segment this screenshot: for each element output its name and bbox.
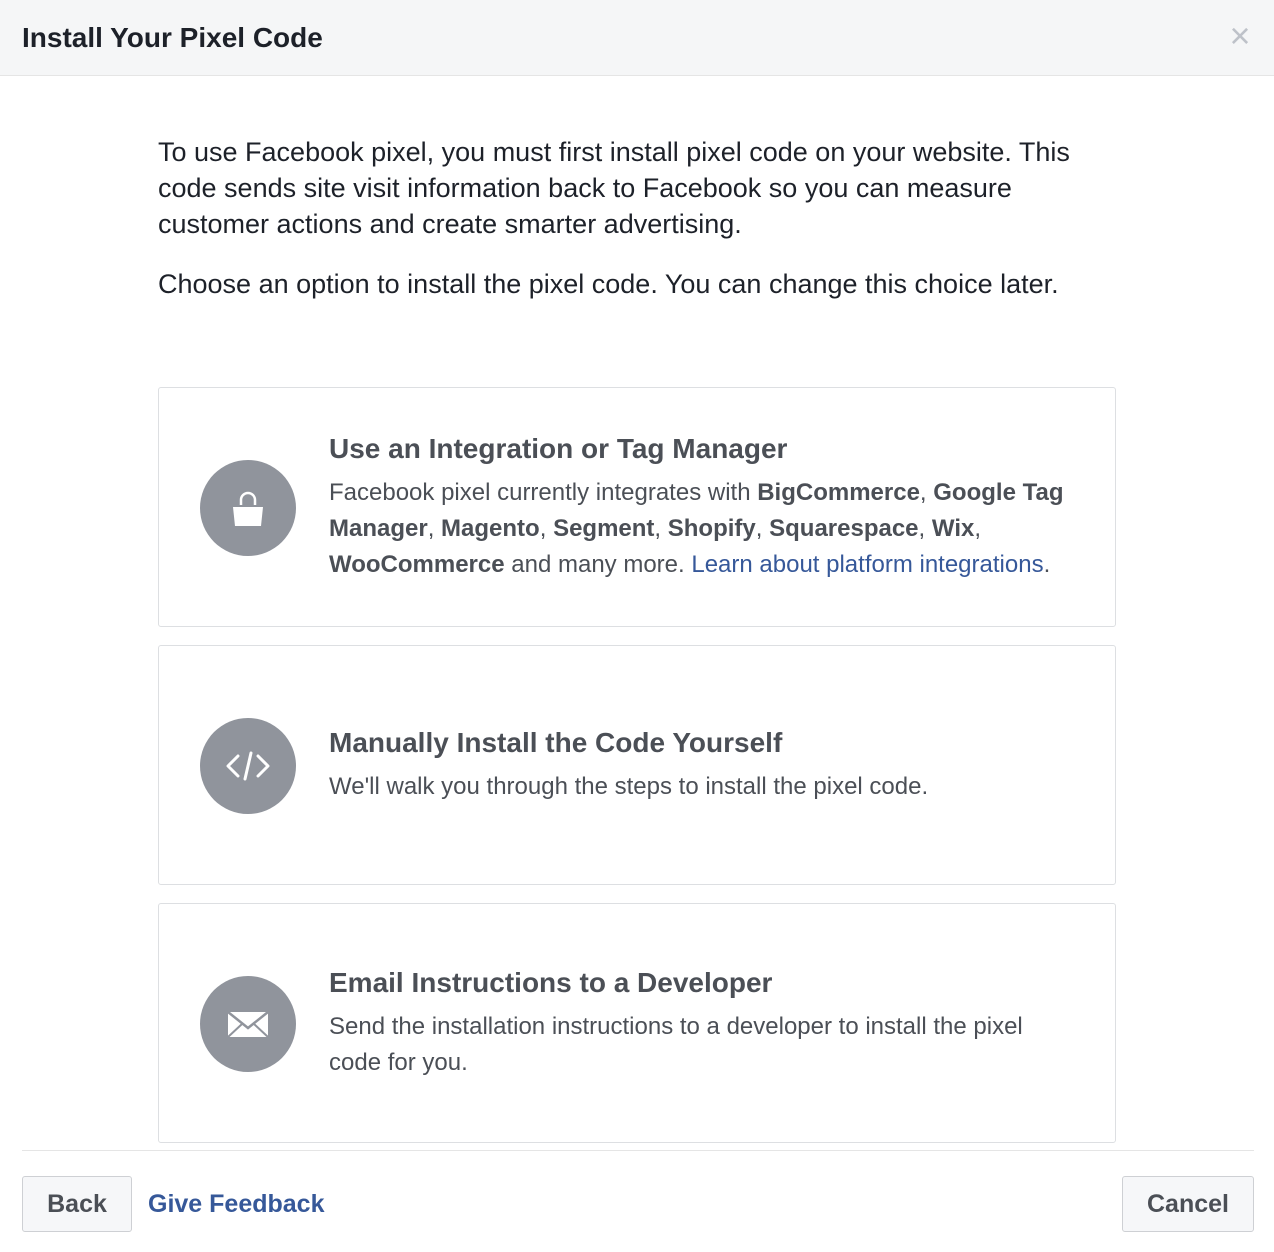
dialog-title: Install Your Pixel Code [22,22,323,53]
platform-bigcommerce: BigCommerce [757,479,920,506]
separator: , [427,515,442,542]
back-button[interactable]: Back [22,1176,132,1232]
platform-shopify: Shopify [667,515,756,542]
footer-divider [22,1150,1254,1151]
platform-woocommerce: WooCommerce [329,551,505,578]
option-title: Use an Integration or Tag Manager [329,433,788,464]
separator: , [974,515,982,542]
option-title: Manually Install the Code Yourself [329,727,783,758]
learn-integrations-link[interactable]: Learn about platform integrations [691,551,1043,578]
separator: , [919,479,934,506]
separator: , [918,515,932,542]
platform-magento: Magento [441,515,540,542]
envelope-icon [200,976,296,1072]
separator: , [755,515,770,542]
description-suffix: and many more. [504,551,692,578]
install-pixel-dialog: Install Your Pixel Code × To use Faceboo… [0,0,1274,1252]
platform-wix: Wix [931,515,975,542]
separator: , [539,515,554,542]
cancel-button[interactable]: Cancel [1122,1176,1254,1232]
intro-paragraph-1: To use Facebook pixel, you must first in… [158,137,1070,239]
option-description: We'll walk you through the steps to inst… [329,773,929,800]
separator: , [654,515,668,542]
platform-segment: Segment [553,515,655,542]
period: . [1043,551,1051,578]
option-description: Facebook pixel currently integrates with… [329,475,1075,583]
platform-squarespace: Squarespace [769,515,919,542]
option-integration[interactable]: Use an Integration or Tag Manager Facebo… [158,387,1116,627]
give-feedback-link[interactable]: Give Feedback [148,1186,324,1222]
intro-paragraph-2: Choose an option to install the pixel co… [158,269,1059,299]
description-prefix: Facebook pixel currently integrates with [329,479,758,506]
dialog-header: Install Your Pixel Code × [0,0,1274,76]
option-manual-install[interactable]: Manually Install the Code Yourself We'll… [158,645,1116,885]
option-title: Email Instructions to a Developer [329,967,773,998]
intro-text: To use Facebook pixel, you must first in… [158,134,1118,326]
code-icon [200,718,296,814]
shopping-bag-icon [200,460,296,556]
option-email-developer[interactable]: Email Instructions to a Developer Send t… [158,903,1116,1143]
option-description: Send the installation instructions to a … [329,1013,1023,1076]
close-icon[interactable]: × [1226,18,1254,54]
